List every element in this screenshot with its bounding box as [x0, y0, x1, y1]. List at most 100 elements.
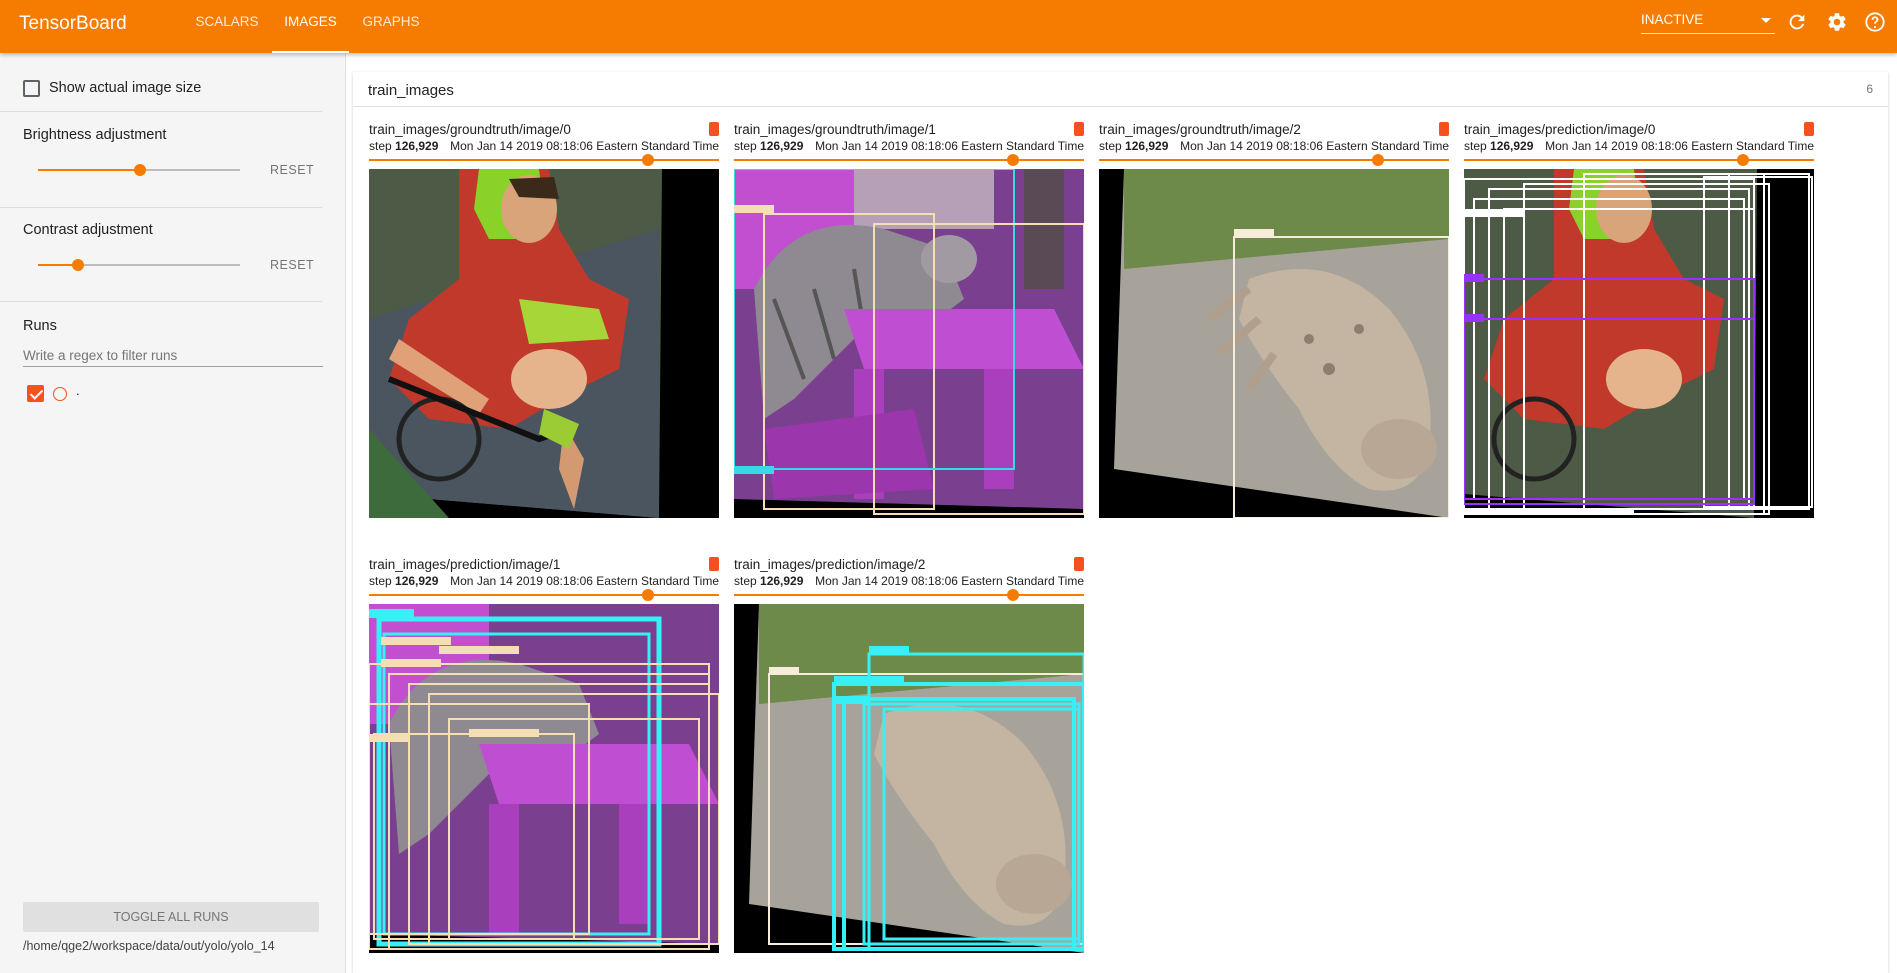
- step-value: 126,929: [395, 574, 439, 588]
- image-meta: step 126,929 Mon Jan 14 2019 08:18:06 Ea…: [369, 574, 719, 588]
- image-view: [1464, 169, 1814, 518]
- step-prefix: step: [1464, 139, 1491, 153]
- main-content: train_images 6 train_images/groundtruth/…: [353, 72, 1897, 973]
- step-slider-knob[interactable]: [1007, 589, 1019, 601]
- toggle-all-runs-button[interactable]: TOGGLE ALL RUNS: [23, 902, 319, 932]
- image-view: [369, 604, 719, 953]
- step-prefix: step: [369, 574, 396, 588]
- step-slider[interactable]: [1099, 154, 1449, 166]
- image-meta: step 126,929 Mon Jan 14 2019 08:18:06 Ea…: [734, 139, 1084, 153]
- tab-graphs[interactable]: GRAPHS: [352, 0, 430, 53]
- run-color-icon[interactable]: [53, 387, 67, 401]
- step-slider[interactable]: [734, 589, 1084, 601]
- cyclist-image: [369, 169, 719, 518]
- settings-icon[interactable]: [1826, 11, 1848, 33]
- run-label: .: [76, 383, 80, 398]
- image-tag: train_images/prediction/image/2: [734, 557, 926, 572]
- card-title: train_images: [368, 82, 454, 99]
- image-meta: step 126,929 Mon Jan 14 2019 08:18:06 Ea…: [1464, 139, 1814, 153]
- run-color-badge: [1074, 557, 1084, 571]
- divider: [0, 301, 322, 302]
- image-view: [734, 169, 1084, 518]
- help-icon[interactable]: [1864, 11, 1886, 33]
- image-tag: train_images/groundtruth/image/2: [1099, 122, 1301, 137]
- image-tag: train_images/prediction/image/0: [1464, 122, 1656, 137]
- timestamp: Mon Jan 14 2019 08:18:06 Eastern Standar…: [815, 574, 1084, 588]
- step-prefix: step: [734, 139, 761, 153]
- log-directory: /home/qge2/workspace/data/out/yolo/yolo_…: [23, 939, 275, 953]
- status-value: INACTIVE: [1641, 12, 1704, 27]
- step-slider[interactable]: [369, 589, 719, 601]
- lying-dog-image: [1099, 169, 1449, 518]
- image-tag: train_images/prediction/image/1: [369, 557, 561, 572]
- chevron-down-icon: [1761, 18, 1771, 23]
- timestamp: Mon Jan 14 2019 08:18:06 Eastern Standar…: [1180, 139, 1449, 153]
- cat-table-prediction-image: [369, 604, 719, 953]
- step-slider-knob[interactable]: [1007, 154, 1019, 166]
- run-color-badge: [709, 122, 719, 136]
- show-actual-size-label: Show actual image size: [49, 80, 202, 96]
- timestamp: Mon Jan 14 2019 08:18:06 Eastern Standar…: [1545, 139, 1814, 153]
- app-title: TensorBoard: [19, 13, 127, 34]
- step-prefix: step: [369, 139, 396, 153]
- image-card: train_images/groundtruth/image/0 step 12…: [369, 122, 719, 522]
- cyclist-prediction-image: [1464, 169, 1814, 518]
- card-count: 6: [1866, 82, 1873, 96]
- run-color-badge: [1074, 122, 1084, 136]
- divider: [0, 207, 322, 208]
- step-prefix: step: [734, 574, 761, 588]
- image-card: train_images/prediction/image/1 step 126…: [369, 557, 719, 957]
- runs-filter-input[interactable]: [23, 345, 323, 367]
- image-meta: step 126,929 Mon Jan 14 2019 08:18:06 Ea…: [734, 574, 1084, 588]
- step-prefix: step: [1099, 139, 1126, 153]
- run-checkbox[interactable]: [27, 385, 44, 402]
- step-slider-knob[interactable]: [642, 589, 654, 601]
- run-color-badge: [1804, 122, 1814, 136]
- timestamp: Mon Jan 14 2019 08:18:06 Eastern Standar…: [450, 574, 719, 588]
- status-select[interactable]: INACTIVE: [1641, 12, 1775, 34]
- run-color-badge: [1439, 122, 1449, 136]
- image-card: train_images/prediction/image/0 step 126…: [1464, 122, 1814, 522]
- brightness-slider-fill: [38, 169, 139, 171]
- show-actual-size-checkbox[interactable]: [23, 80, 40, 97]
- image-card: train_images/groundtruth/image/2 step 12…: [1099, 122, 1449, 522]
- sidebar: Show actual image size Brightness adjust…: [0, 53, 346, 973]
- image-view: [369, 169, 719, 518]
- image-view: [1099, 169, 1449, 518]
- tag-card: train_images 6 train_images/groundtruth/…: [353, 72, 1888, 973]
- step-value: 126,929: [1125, 139, 1169, 153]
- step-slider[interactable]: [734, 154, 1084, 166]
- image-tag: train_images/groundtruth/image/1: [734, 122, 936, 137]
- step-slider[interactable]: [1464, 154, 1814, 166]
- contrast-label: Contrast adjustment: [23, 222, 153, 238]
- step-value: 126,929: [760, 574, 804, 588]
- contrast-slider-knob[interactable]: [72, 259, 84, 271]
- step-slider-knob[interactable]: [1737, 154, 1749, 166]
- top-toolbar: TensorBoard SCALARS IMAGES GRAPHS INACTI…: [0, 0, 1897, 53]
- runs-heading: Runs: [23, 318, 57, 334]
- image-card: train_images/groundtruth/image/1 step 12…: [734, 122, 1084, 522]
- step-slider-knob[interactable]: [642, 154, 654, 166]
- step-slider[interactable]: [369, 154, 719, 166]
- image-meta: step 126,929 Mon Jan 14 2019 08:18:06 Ea…: [369, 139, 719, 153]
- step-value: 126,929: [395, 139, 439, 153]
- step-value: 126,929: [760, 139, 804, 153]
- step-slider-knob[interactable]: [1372, 154, 1384, 166]
- brightness-label: Brightness adjustment: [23, 127, 167, 143]
- image-card: train_images/prediction/image/2 step 126…: [734, 557, 1084, 957]
- image-view: [734, 604, 1084, 953]
- divider: [0, 111, 322, 112]
- contrast-reset-button[interactable]: RESET: [270, 258, 314, 272]
- step-value: 126,929: [1490, 139, 1534, 153]
- tab-images[interactable]: IMAGES: [272, 0, 349, 53]
- tab-scalars[interactable]: SCALARS: [183, 0, 271, 53]
- divider: [353, 106, 1888, 107]
- cat-table-image: [734, 169, 1084, 518]
- brightness-slider-knob[interactable]: [134, 164, 146, 176]
- refresh-icon[interactable]: [1786, 11, 1808, 33]
- image-meta: step 126,929 Mon Jan 14 2019 08:18:06 Ea…: [1099, 139, 1449, 153]
- timestamp: Mon Jan 14 2019 08:18:06 Eastern Standar…: [815, 139, 1084, 153]
- brightness-reset-button[interactable]: RESET: [270, 163, 314, 177]
- run-color-badge: [709, 557, 719, 571]
- image-tag: train_images/groundtruth/image/0: [369, 122, 571, 137]
